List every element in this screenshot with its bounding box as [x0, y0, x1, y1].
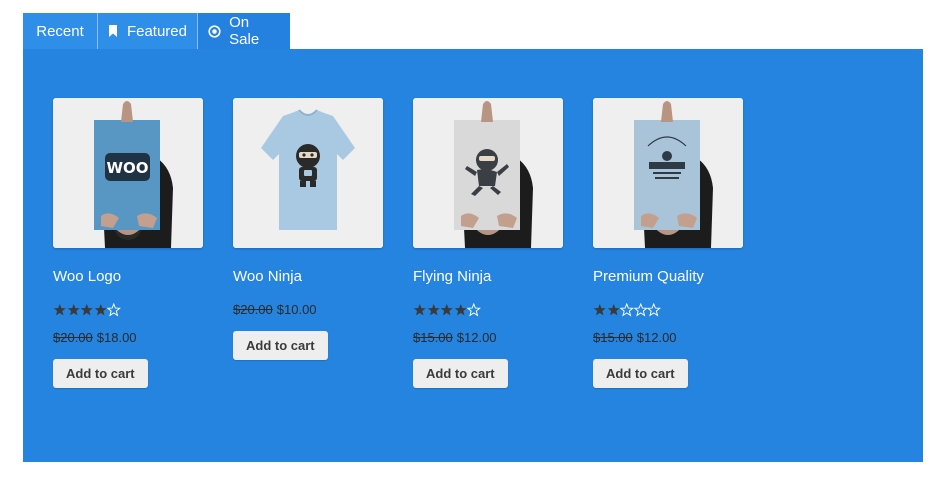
sale-price: $12.00: [456, 330, 497, 345]
tab-featured[interactable]: Featured: [98, 13, 198, 49]
sale-price: $18.00: [96, 330, 137, 345]
bookmark-icon: [108, 24, 119, 38]
star-filled-icon: [454, 303, 468, 317]
star-filled-icon: [413, 303, 427, 317]
star-filled-icon: [94, 303, 108, 317]
regular-price: $20.00: [233, 302, 273, 317]
add-to-cart-button[interactable]: Add to cart: [593, 359, 688, 388]
product-title[interactable]: Flying Ninja: [413, 268, 563, 286]
star-filled-icon: [67, 303, 81, 317]
product-title[interactable]: Premium Quality: [593, 268, 743, 286]
add-to-cart-button[interactable]: Add to cart: [233, 331, 328, 360]
star-empty-icon: [107, 303, 121, 317]
star-filled-icon: [440, 303, 454, 317]
product-title[interactable]: Woo Logo: [53, 268, 203, 286]
star-empty-icon: [467, 303, 481, 317]
products-panel: WOO Woo Logo $20.00 $18.00 Add to cart W…: [23, 49, 923, 462]
star-filled-icon: [80, 303, 94, 317]
star-rating: [413, 303, 563, 317]
add-to-cart-button[interactable]: Add to cart: [413, 359, 508, 388]
add-to-cart-button[interactable]: Add to cart: [53, 359, 148, 388]
product-price: $20.00 $10.00: [233, 302, 383, 318]
star-filled-icon: [607, 303, 621, 317]
product-price: $15.00 $12.00: [593, 330, 743, 346]
regular-price: $15.00: [413, 330, 453, 345]
tab-recent[interactable]: Recent: [23, 13, 98, 49]
product-image-woo-logo[interactable]: WOO: [53, 98, 203, 248]
sale-price: $10.00: [276, 302, 317, 317]
tab-on-sale[interactable]: On Sale: [198, 13, 290, 49]
product-price: $20.00 $18.00: [53, 330, 203, 346]
product-card: Woo Ninja $20.00 $10.00 Add to cart: [233, 98, 383, 360]
sale-price: $12.00: [636, 330, 677, 345]
star-empty-icon: [633, 303, 647, 317]
tab-on-sale-label: On Sale: [229, 14, 260, 48]
regular-price: $20.00: [53, 330, 93, 345]
star-empty-icon: [620, 303, 634, 317]
product-tabs: Recent Featured On Sale: [23, 13, 290, 49]
tab-recent-label: Recent: [36, 22, 84, 40]
product-image-woo-ninja[interactable]: [233, 98, 383, 248]
tab-featured-label: Featured: [126, 22, 187, 40]
product-image-flying-ninja[interactable]: [413, 98, 563, 248]
star-filled-icon: [53, 303, 67, 317]
star-filled-icon: [593, 303, 607, 317]
product-price: $15.00 $12.00: [413, 330, 563, 346]
star-rating: [593, 303, 743, 317]
svg-text:WOO: WOO: [106, 159, 148, 177]
product-card: WOO Woo Logo $20.00 $18.00 Add to cart: [53, 98, 203, 388]
product-title[interactable]: Woo Ninja: [233, 268, 383, 286]
radio-dot-icon: [208, 24, 221, 38]
star-empty-icon: [647, 303, 661, 317]
regular-price: $15.00: [593, 330, 633, 345]
star-filled-icon: [427, 303, 441, 317]
product-card: Flying Ninja $15.00 $12.00 Add to cart: [413, 98, 563, 388]
star-rating: [53, 303, 203, 317]
product-image-premium-quality[interactable]: [593, 98, 743, 248]
product-card: Premium Quality $15.00 $12.00 Add to cart: [593, 98, 743, 388]
